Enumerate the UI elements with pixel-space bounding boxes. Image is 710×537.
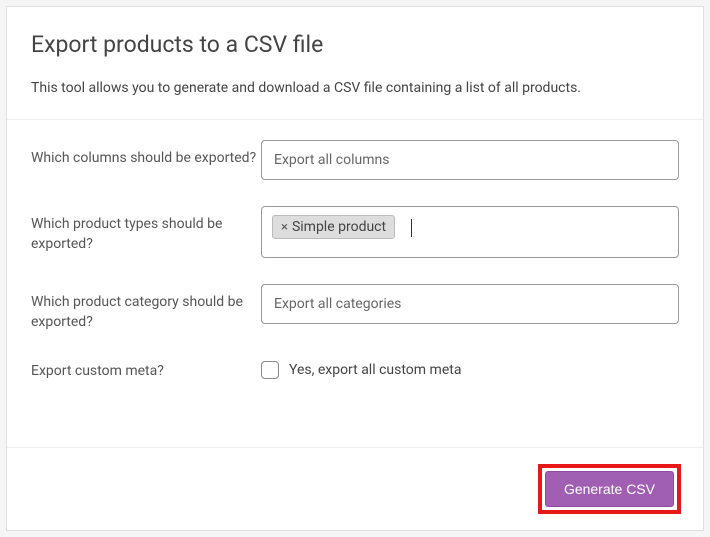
- form-body: Which columns should be exported? Export…: [7, 120, 703, 447]
- control-categories: Export all categories: [261, 284, 679, 324]
- text-cursor: [411, 219, 412, 237]
- row-categories: Which product category should be exporte…: [31, 284, 679, 333]
- columns-placeholder: Export all columns: [274, 152, 389, 168]
- categories-placeholder: Export all categories: [274, 296, 401, 312]
- categories-select[interactable]: Export all categories: [261, 284, 679, 324]
- page-description: This tool allows you to generate and dow…: [31, 78, 679, 99]
- label-product-types: Which product types should be exported?: [31, 206, 261, 255]
- export-panel: Export products to a CSV file This tool …: [6, 6, 704, 531]
- panel-header: Export products to a CSV file This tool …: [7, 7, 703, 120]
- custom-meta-checkbox-row: Yes, export all custom meta: [261, 359, 679, 379]
- columns-select[interactable]: Export all columns: [261, 140, 679, 180]
- control-product-types: × Simple product: [261, 206, 679, 258]
- row-custom-meta: Export custom meta? Yes, export all cust…: [31, 359, 679, 381]
- label-custom-meta: Export custom meta?: [31, 359, 261, 381]
- row-columns: Which columns should be exported? Export…: [31, 140, 679, 180]
- custom-meta-checkbox[interactable]: [261, 361, 279, 379]
- generate-csv-button[interactable]: Generate CSV: [545, 471, 674, 507]
- control-custom-meta: Yes, export all custom meta: [261, 359, 679, 379]
- generate-button-highlight: Generate CSV: [538, 464, 681, 514]
- label-categories: Which product category should be exporte…: [31, 284, 261, 333]
- row-product-types: Which product types should be exported? …: [31, 206, 679, 258]
- tag-label: Simple product: [292, 219, 386, 235]
- custom-meta-checkbox-label: Yes, export all custom meta: [289, 362, 461, 378]
- product-types-select[interactable]: × Simple product: [261, 206, 679, 258]
- label-columns: Which columns should be exported?: [31, 140, 261, 168]
- close-icon[interactable]: ×: [281, 220, 288, 235]
- panel-footer: Generate CSV: [7, 447, 703, 530]
- control-columns: Export all columns: [261, 140, 679, 180]
- page-title: Export products to a CSV file: [31, 31, 679, 58]
- product-type-tag[interactable]: × Simple product: [272, 215, 395, 239]
